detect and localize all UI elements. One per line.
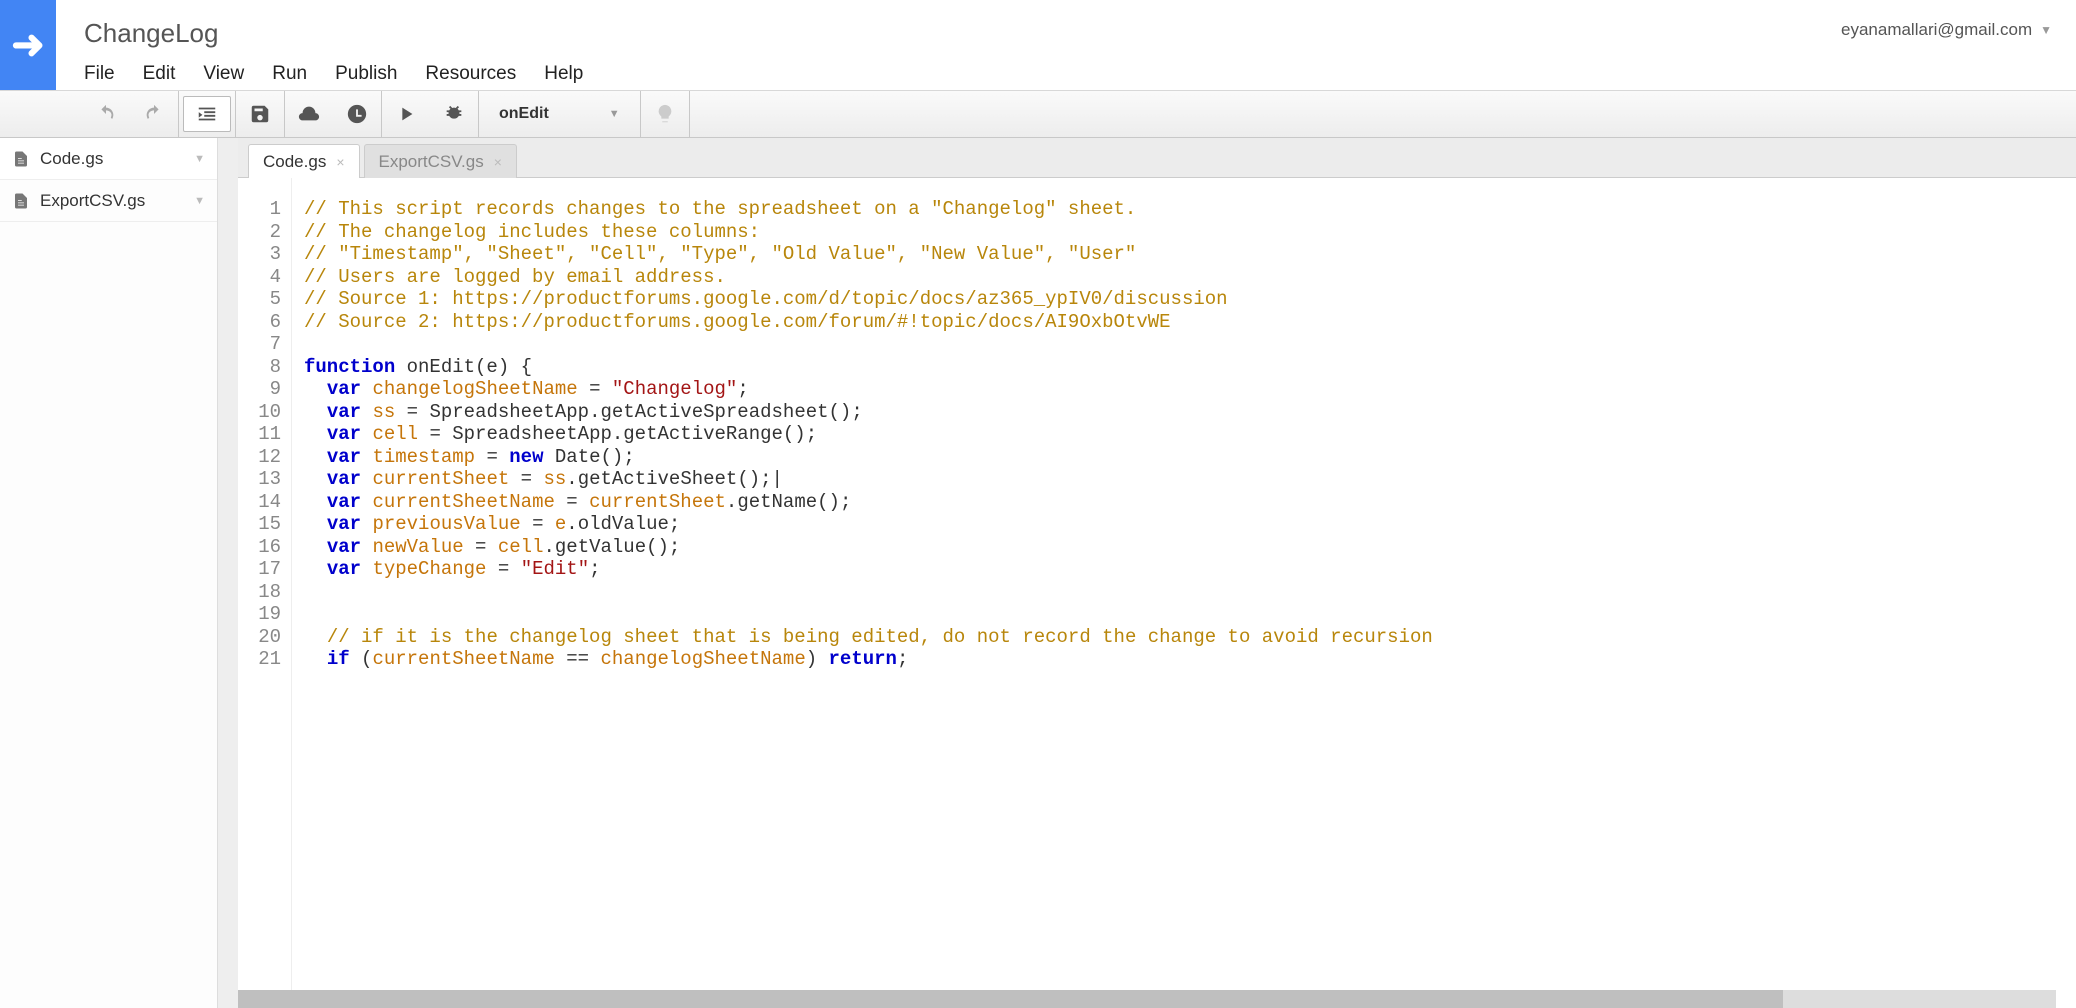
user-email: eyanamallari@gmail.com — [1841, 20, 2032, 40]
arrow-right-icon: ➜ — [11, 22, 45, 68]
file-name: ExportCSV.gs — [40, 191, 145, 211]
file-name: Code.gs — [40, 149, 103, 169]
tab-label: Code.gs — [263, 152, 326, 172]
file-sidebar: Code.gs ▼ ExportCSV.gs ▼ — [0, 138, 218, 1008]
menu-publish[interactable]: Publish — [335, 63, 397, 85]
run-button[interactable] — [382, 91, 430, 137]
function-name: onEdit — [499, 105, 549, 123]
undo-button[interactable] — [82, 91, 130, 137]
project-title[interactable]: ChangeLog — [84, 18, 2076, 49]
apps-script-logo[interactable]: ➜ — [0, 0, 56, 90]
code-editor[interactable]: 123456789101112131415161718192021 // Thi… — [238, 178, 2076, 990]
dropdown-icon: ▼ — [2040, 23, 2052, 37]
sidebar-collapse-handle[interactable] — [218, 138, 238, 1008]
menu-resources[interactable]: Resources — [425, 63, 516, 85]
menu-bar: File Edit View Run Publish Resources Help — [84, 63, 2076, 85]
menu-help[interactable]: Help — [544, 63, 583, 85]
editor-tabs: Code.gs × ExportCSV.gs × — [238, 138, 2076, 178]
indent-button[interactable] — [183, 96, 231, 132]
horizontal-scrollbar[interactable] — [238, 990, 2056, 1008]
file-menu-icon[interactable]: ▼ — [194, 153, 205, 165]
dropdown-icon: ▼ — [609, 108, 620, 120]
menu-run[interactable]: Run — [272, 63, 307, 85]
line-gutter: 123456789101112131415161718192021 — [238, 178, 292, 990]
debug-button[interactable] — [430, 91, 478, 137]
menu-view[interactable]: View — [203, 63, 244, 85]
editor-tab[interactable]: ExportCSV.gs × — [364, 144, 517, 178]
help-bulb-button[interactable] — [641, 91, 689, 137]
toolbar: onEdit ▼ — [0, 90, 2076, 138]
scrollbar-thumb[interactable] — [238, 990, 1783, 1008]
user-account[interactable]: eyanamallari@gmail.com ▼ — [1841, 20, 2052, 40]
file-item[interactable]: Code.gs ▼ — [0, 138, 217, 180]
function-selector[interactable]: onEdit ▼ — [479, 91, 640, 137]
editor-tab[interactable]: Code.gs × — [248, 144, 360, 178]
deploy-button[interactable] — [285, 91, 333, 137]
save-button[interactable] — [236, 91, 284, 137]
menu-edit[interactable]: Edit — [143, 63, 176, 85]
close-icon[interactable]: × — [494, 154, 502, 170]
file-icon — [12, 149, 30, 169]
menu-file[interactable]: File — [84, 63, 115, 85]
tab-label: ExportCSV.gs — [379, 152, 484, 172]
close-icon[interactable]: × — [336, 154, 344, 170]
file-icon — [12, 191, 30, 211]
file-item[interactable]: ExportCSV.gs ▼ — [0, 180, 217, 222]
code-content[interactable]: // This script records changes to the sp… — [292, 178, 2076, 990]
triggers-button[interactable] — [333, 91, 381, 137]
file-menu-icon[interactable]: ▼ — [194, 195, 205, 207]
redo-button[interactable] — [130, 91, 178, 137]
